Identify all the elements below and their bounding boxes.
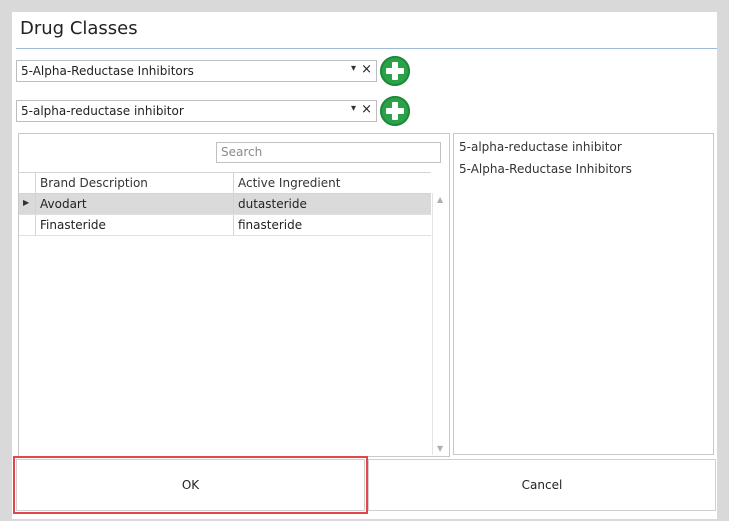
dialog-title: Drug Classes — [20, 18, 138, 39]
list-item[interactable]: 5-Alpha-Reductase Inhibitors — [459, 162, 632, 176]
chevron-down-icon[interactable]: ▾ — [351, 63, 356, 74]
list-item[interactable]: 5-alpha-reductase inhibitor — [459, 140, 622, 154]
column-header-brand-description[interactable]: Brand Description — [35, 173, 233, 193]
drug-subclass-combo-value: 5-alpha-reductase inhibitor — [21, 104, 184, 118]
grid-search[interactable] — [216, 142, 441, 163]
clear-icon[interactable]: × — [361, 62, 372, 77]
chevron-down-icon[interactable]: ▾ — [351, 103, 356, 114]
title-divider — [16, 48, 717, 49]
drug-class-combo[interactable]: 5-Alpha-Reductase Inhibitors ▾ × — [16, 60, 377, 82]
cancel-button[interactable]: Cancel — [368, 459, 716, 511]
cell-ingredient[interactable]: finasteride — [233, 215, 431, 235]
drug-classes-dialog: Drug Classes 5-Alpha-Reductase Inhibitor… — [12, 12, 717, 519]
grid-header: Brand Description Active Ingredient — [19, 172, 431, 194]
add-drug-class-button[interactable] — [380, 56, 410, 86]
scroll-down-icon[interactable]: ▼ — [437, 444, 443, 453]
ok-button[interactable]: OK — [13, 456, 368, 514]
cell-ingredient[interactable]: dutasteride — [233, 194, 431, 214]
drug-class-combo-value: 5-Alpha-Reductase Inhibitors — [21, 64, 194, 78]
drug-class-list: 5-alpha-reductase inhibitor 5-Alpha-Redu… — [453, 133, 714, 455]
column-header-active-ingredient[interactable]: Active Ingredient — [233, 173, 431, 193]
drug-grid: Brand Description Active Ingredient ▶ Av… — [18, 133, 450, 457]
add-drug-subclass-button[interactable] — [380, 96, 410, 126]
search-input[interactable] — [217, 143, 440, 160]
table-row[interactable]: Finasteride finasteride — [19, 215, 431, 236]
scroll-up-icon[interactable]: ▲ — [437, 195, 443, 204]
row-indicator-icon: ▶ — [23, 198, 30, 207]
drug-subclass-combo[interactable]: 5-alpha-reductase inhibitor ▾ × — [16, 100, 377, 122]
cell-brand[interactable]: Finasteride — [35, 215, 233, 235]
grid-scrollbar[interactable]: ▲ ▼ — [432, 193, 449, 455]
clear-icon[interactable]: × — [361, 102, 372, 117]
table-row[interactable]: ▶ Avodart dutasteride — [19, 194, 431, 215]
cell-brand[interactable]: Avodart — [35, 194, 233, 214]
